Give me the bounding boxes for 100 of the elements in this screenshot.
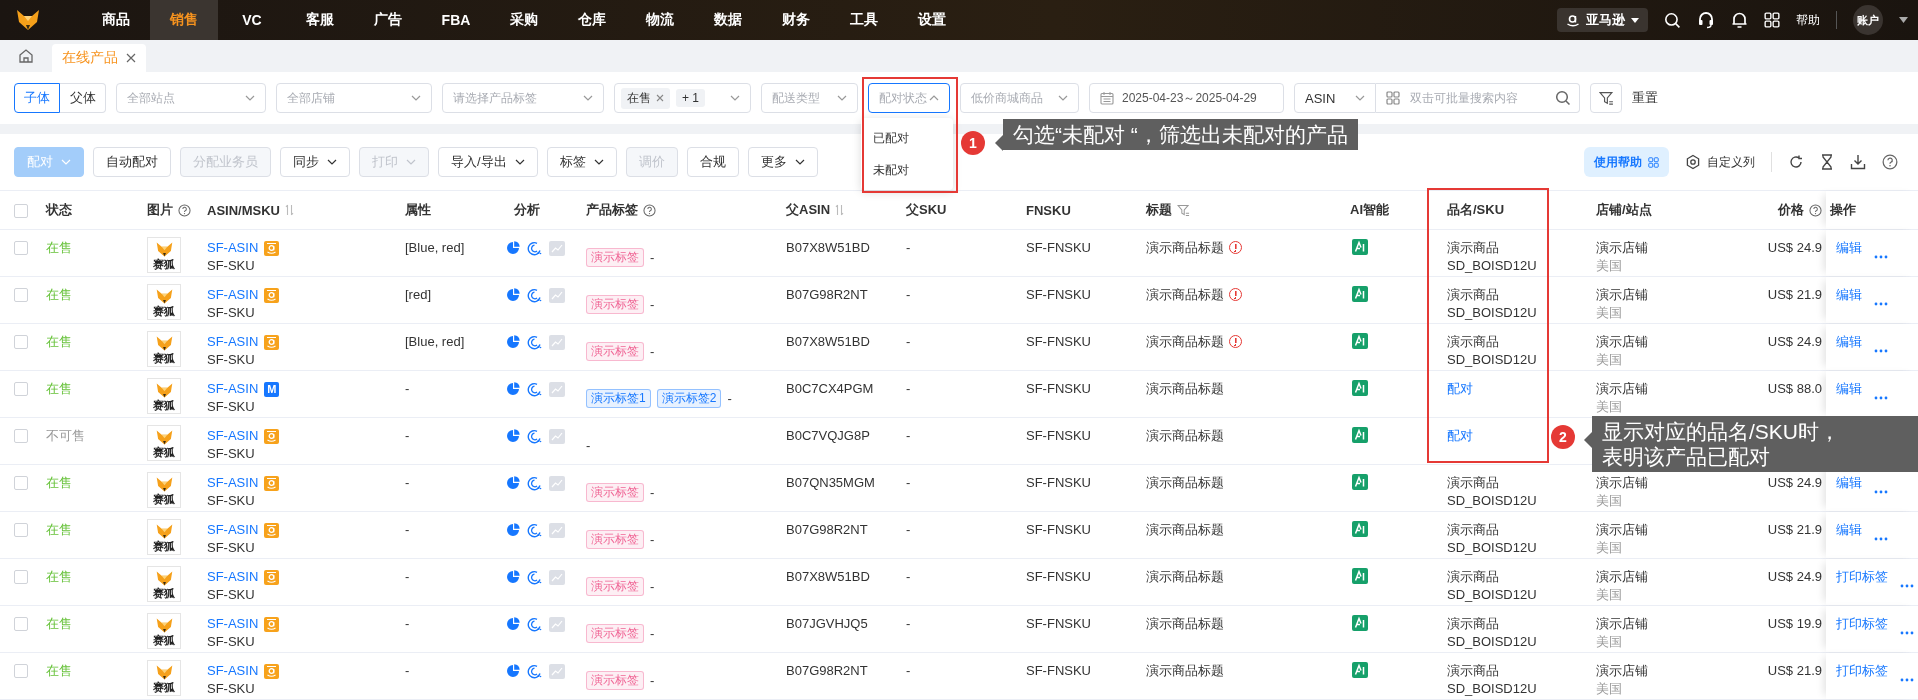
target-icon[interactable] — [527, 617, 542, 632]
view-toggle[interactable]: 子体 — [14, 83, 60, 113]
nav-item[interactable]: 工具 — [830, 0, 898, 40]
row-action-link[interactable]: 打印标签 — [1836, 615, 1888, 633]
nav-item[interactable]: 广告 — [354, 0, 422, 40]
pie-chart-icon[interactable] — [506, 476, 520, 490]
view-toggle[interactable]: 父体 — [60, 83, 106, 113]
toolbar-button[interactable]: 合规 — [686, 147, 739, 177]
select-all-checkbox[interactable] — [14, 204, 28, 218]
target-icon[interactable] — [527, 335, 542, 350]
target-icon[interactable] — [527, 288, 542, 303]
pie-chart-icon[interactable] — [506, 570, 520, 584]
target-icon[interactable] — [527, 241, 542, 256]
help-button[interactable]: 使用帮助 — [1584, 147, 1669, 177]
ai-icon[interactable] — [1352, 427, 1368, 443]
ai-icon[interactable] — [1352, 568, 1368, 584]
row-checkbox[interactable] — [14, 523, 28, 537]
pie-chart-icon[interactable] — [506, 288, 520, 302]
ai-icon[interactable] — [1352, 286, 1368, 302]
row-action-link[interactable]: 打印标签 — [1836, 568, 1888, 586]
nav-item[interactable]: 财务 — [762, 0, 830, 40]
more-icon[interactable] — [1874, 302, 1888, 306]
ai-icon[interactable] — [1352, 615, 1368, 631]
row-action-link[interactable]: 打印标签 — [1836, 662, 1888, 680]
ai-icon[interactable] — [1352, 380, 1368, 396]
headset-icon[interactable] — [1697, 11, 1715, 29]
search-box[interactable]: 双击可批量搜索内容 — [1376, 83, 1580, 113]
dropdown-option[interactable]: 已配对 — [861, 122, 953, 154]
page-tab[interactable]: 在线产品 — [52, 44, 146, 72]
search-input[interactable]: 双击可批量搜索内容 — [1408, 90, 1547, 106]
row-action-link[interactable]: 编辑 — [1836, 521, 1862, 539]
row-checkbox[interactable] — [14, 570, 28, 584]
nav-item[interactable]: 采购 — [490, 0, 558, 40]
asin-link[interactable]: SF-ASIN — [207, 427, 259, 445]
asin-link[interactable]: SF-ASIN — [207, 521, 259, 539]
asin-link[interactable]: SF-ASIN — [207, 474, 259, 492]
home-icon[interactable] — [18, 48, 34, 64]
row-checkbox[interactable] — [14, 335, 28, 349]
status-select[interactable]: 在售 + 1 — [614, 83, 751, 113]
ai-icon[interactable] — [1352, 239, 1368, 255]
pie-chart-icon[interactable] — [506, 382, 520, 396]
filter-icon[interactable] — [1598, 90, 1614, 106]
target-icon[interactable] — [527, 664, 542, 679]
target-icon[interactable] — [527, 429, 542, 444]
pie-chart-icon[interactable] — [506, 664, 520, 678]
target-icon[interactable] — [527, 570, 542, 585]
nav-item[interactable]: 物流 — [626, 0, 694, 40]
site-select[interactable]: 全部站点 — [116, 83, 266, 113]
row-checkbox[interactable] — [14, 382, 28, 396]
target-icon[interactable] — [527, 523, 542, 538]
caret-icon[interactable] — [1899, 17, 1908, 23]
more-icon[interactable] — [1874, 349, 1888, 353]
filter-chip[interactable]: + 1 — [676, 88, 705, 107]
asin-link[interactable]: SF-ASIN — [207, 286, 259, 304]
row-checkbox[interactable] — [14, 288, 28, 302]
ai-icon[interactable] — [1352, 662, 1368, 678]
date-range-field[interactable]: 2025-04-23～2025-04-29 — [1089, 83, 1284, 113]
target-icon[interactable] — [527, 476, 542, 491]
toolbar-button[interactable]: 导入/导出 — [438, 147, 538, 177]
search-icon[interactable] — [1664, 11, 1681, 29]
low-price-select[interactable]: 低价商城商品 — [960, 83, 1079, 113]
more-icon[interactable] — [1874, 490, 1888, 494]
account-avatar[interactable]: 账户 — [1853, 5, 1883, 35]
search-field-select[interactable]: ASIN — [1294, 83, 1376, 113]
pie-chart-icon[interactable] — [506, 241, 520, 255]
row-checkbox[interactable] — [14, 476, 28, 490]
nav-item[interactable]: 设置 — [898, 0, 966, 40]
more-icon[interactable] — [1900, 584, 1914, 588]
filter-button[interactable] — [1590, 83, 1622, 113]
more-icon[interactable] — [1874, 255, 1888, 259]
pair-link[interactable]: 配对 — [1447, 428, 1473, 443]
asin-link[interactable]: SF-ASIN — [207, 380, 259, 398]
row-action-link[interactable]: 编辑 — [1836, 239, 1862, 257]
nav-item[interactable]: 客服 — [286, 0, 354, 40]
more-icon[interactable] — [1900, 678, 1914, 682]
asin-link[interactable]: SF-ASIN — [207, 333, 259, 351]
nav-item[interactable]: 数据 — [694, 0, 762, 40]
row-action-link[interactable]: 编辑 — [1836, 333, 1862, 351]
download-icon[interactable] — [1850, 154, 1866, 170]
more-icon[interactable] — [1900, 631, 1914, 635]
row-action-link[interactable]: 编辑 — [1836, 380, 1862, 398]
store-select[interactable]: 全部店铺 — [276, 83, 432, 113]
asin-link[interactable]: SF-ASIN — [207, 615, 259, 633]
toolbar-button[interactable]: 同步 — [280, 147, 350, 177]
nav-item[interactable]: VC — [218, 0, 286, 40]
more-icon[interactable] — [1874, 537, 1888, 541]
dropdown-option[interactable]: 未配对 — [861, 154, 953, 186]
asin-link[interactable]: SF-ASIN — [207, 239, 259, 257]
nav-item[interactable]: 商品 — [82, 0, 150, 40]
toolbar-button[interactable]: 标签 — [546, 147, 617, 177]
toolbar-button[interactable]: 自动配对 — [93, 147, 171, 177]
refresh-icon[interactable] — [1788, 154, 1804, 170]
nav-item[interactable]: FBA — [422, 0, 490, 40]
ai-icon[interactable] — [1352, 521, 1368, 537]
close-icon[interactable] — [126, 53, 136, 63]
tag-select[interactable]: 请选择产品标签 — [442, 83, 604, 113]
toolbar-button[interactable]: 更多 — [747, 147, 818, 177]
close-icon[interactable] — [656, 94, 664, 102]
help-link[interactable]: 帮助 — [1796, 11, 1820, 29]
hourglass-icon[interactable] — [1820, 154, 1834, 170]
